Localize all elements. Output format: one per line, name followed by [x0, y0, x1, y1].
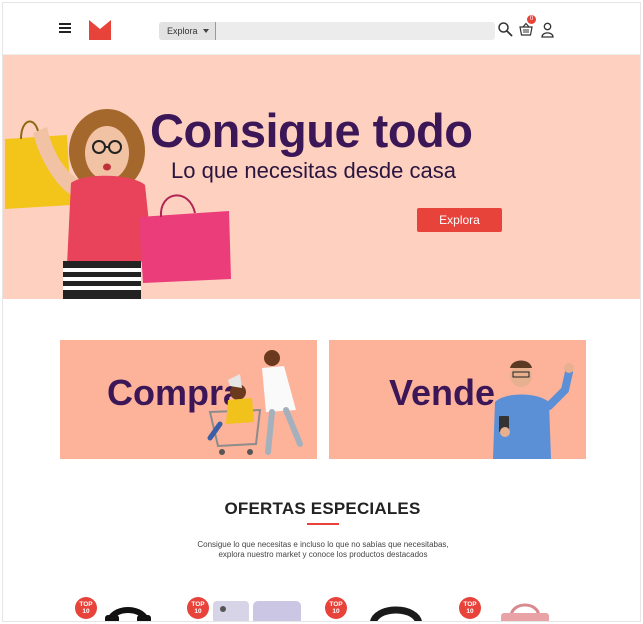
hero-banner: Consigue todo Lo que necesitas desde cas… — [3, 55, 640, 299]
hero-subtitle: Lo que necesitas desde casa — [171, 158, 456, 183]
hero-title: Consigue todo — [150, 104, 473, 157]
page: Explora 0 Consigue todo Lo que necesitas… — [2, 2, 641, 622]
user-icon[interactable] — [541, 22, 554, 38]
basket-icon[interactable] — [519, 22, 533, 36]
headphones-icon — [105, 607, 151, 621]
search-category-dropdown[interactable]: Explora — [159, 22, 216, 40]
title-underline — [307, 523, 339, 525]
smartwatch-icon — [370, 606, 422, 621]
search-input[interactable] — [215, 22, 495, 40]
brand-logo[interactable] — [89, 20, 111, 40]
description-line: explora nuestro market y conoce los prod… — [218, 550, 428, 559]
top10-badge: TOP 10 — [459, 597, 481, 619]
search-icon[interactable] — [497, 21, 513, 37]
menu-icon[interactable] — [59, 23, 71, 33]
top-navbar: Explora 0 — [3, 3, 640, 55]
cart-count-badge: 0 — [527, 15, 536, 24]
description-line: Consigue lo que necesitas e incluso lo q… — [197, 540, 449, 549]
special-offers-title: OFERTAS ESPECIALES — [224, 499, 421, 518]
search-category-label: Explora — [167, 26, 198, 36]
product-card[interactable]: TOP 10 — [459, 593, 569, 621]
top10-badge: TOP 10 — [325, 597, 347, 619]
sell-promo-card[interactable]: Vende — [329, 340, 586, 459]
product-card[interactable]: TOP 10 — [75, 593, 185, 621]
special-offers-description: Consigue lo que necesitas e incluso lo q… — [173, 540, 473, 560]
product-list: TOP 10 TOP 10 TOP 10 TOP 10 — [3, 593, 640, 621]
buy-promo-card[interactable]: Compra — [60, 340, 317, 459]
product-card[interactable]: TOP 10 — [325, 593, 435, 621]
product-card[interactable]: TOP 10 — [187, 593, 301, 621]
phone-icon — [213, 601, 301, 621]
top10-badge: TOP 10 — [187, 597, 209, 619]
explore-button[interactable]: Explora — [417, 208, 502, 232]
chevron-down-icon — [202, 29, 209, 33]
shopping-cart-woman-illustration — [207, 350, 303, 455]
top10-badge: TOP 10 — [75, 597, 97, 619]
handbag-icon — [501, 603, 549, 621]
man-ok-gesture-illustration — [493, 360, 574, 459]
search-bar: Explora — [159, 22, 495, 40]
